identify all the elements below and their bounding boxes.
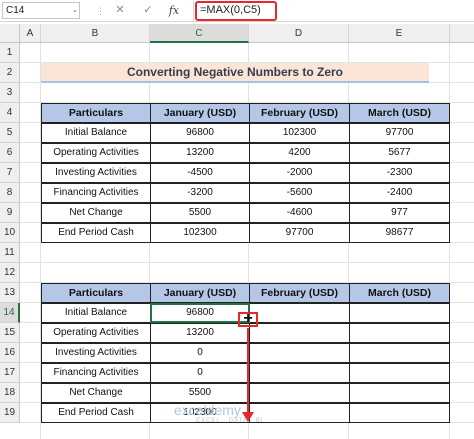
column-header-a[interactable]: A	[20, 24, 41, 43]
table2-value-cell[interactable]	[349, 343, 450, 363]
table1-label-cell[interactable]: Net Change	[41, 203, 151, 223]
table1-label-cell[interactable]: Financing Activities	[41, 183, 151, 203]
table2-value-cell[interactable]	[249, 403, 350, 423]
table2-header-cell[interactable]: January (USD)	[150, 283, 250, 303]
row-header-2[interactable]: 2	[0, 63, 20, 83]
row-header-12[interactable]: 12	[0, 263, 20, 283]
table1-value-cell[interactable]: -2000	[249, 163, 350, 183]
column-header-b[interactable]: B	[41, 24, 150, 43]
column-header-f[interactable]	[450, 24, 474, 43]
row-header-3[interactable]: 3	[0, 83, 20, 103]
table2-value-cell[interactable]: 5500	[150, 383, 250, 403]
table1-label-cell[interactable]: End Period Cash	[41, 223, 151, 243]
fill-handle-cursor-icon[interactable]: +	[241, 311, 255, 327]
table2-label-cell[interactable]: Investing Activities	[41, 343, 151, 363]
row-header-18[interactable]: 18	[0, 383, 20, 403]
table1-value-cell[interactable]: 97700	[249, 223, 350, 243]
table1-value-cell[interactable]: 102300	[150, 223, 250, 243]
table2-value-cell[interactable]	[249, 343, 350, 363]
row-header-6[interactable]: 6	[0, 143, 20, 163]
row-header-7[interactable]: 7	[0, 163, 20, 183]
table2-label-cell[interactable]: Initial Balance	[41, 303, 151, 323]
table2-value-cell[interactable]	[349, 363, 450, 383]
table1-value-cell[interactable]: -2400	[349, 183, 450, 203]
row-header-14[interactable]: 14	[0, 303, 20, 323]
row-header-1[interactable]: 1	[0, 43, 20, 63]
table1-header-cell[interactable]: February (USD)	[249, 103, 350, 123]
drag-arrow-head-icon	[242, 412, 254, 422]
row-header-17[interactable]: 17	[0, 363, 20, 383]
enter-icon[interactable]: ✓	[140, 2, 156, 19]
name-box-dropdown-icon[interactable]: ⌄	[70, 2, 80, 19]
sheet-title[interactable]: Converting Negative Numbers to Zero	[41, 63, 429, 83]
table1-label-cell[interactable]: Investing Activities	[41, 163, 151, 183]
table2-value-cell[interactable]: 0	[150, 363, 250, 383]
table2-value-cell[interactable]	[349, 403, 450, 423]
table2-value-cell[interactable]	[249, 323, 350, 343]
row-header-15[interactable]: 15	[0, 323, 20, 343]
row-header-8[interactable]: 8	[0, 183, 20, 203]
drag-arrow-line	[247, 328, 249, 414]
insert-function-icon[interactable]: fx	[166, 2, 182, 19]
row-header-19[interactable]: 19	[0, 403, 20, 423]
row-header-16[interactable]: 16	[0, 343, 20, 363]
table2-value-cell[interactable]	[349, 323, 450, 343]
table2-label-cell[interactable]: End Period Cash	[41, 403, 151, 423]
table1-value-cell[interactable]: 977	[349, 203, 450, 223]
name-box[interactable]: C14	[2, 2, 80, 19]
active-cell[interactable]: 96800	[150, 303, 250, 323]
row-header-4[interactable]: 4	[0, 103, 20, 123]
table2-label-cell[interactable]: Net Change	[41, 383, 151, 403]
table2-label-cell[interactable]: Financing Activities	[41, 363, 151, 383]
cancel-icon[interactable]: ✕	[112, 2, 128, 19]
table1-header-cell[interactable]: January (USD)	[150, 103, 250, 123]
column-header-d[interactable]: D	[249, 24, 349, 43]
table1-header-cell[interactable]: Particulars	[41, 103, 151, 123]
table1-value-cell[interactable]: -2300	[349, 163, 450, 183]
table1-value-cell[interactable]: 96800	[150, 123, 250, 143]
table2-value-cell[interactable]: 0	[150, 343, 250, 363]
table1-value-cell[interactable]: -4500	[150, 163, 250, 183]
table1-value-cell[interactable]: 5677	[349, 143, 450, 163]
table1-value-cell[interactable]: 97700	[349, 123, 450, 143]
table1-header-cell[interactable]: March (USD)	[349, 103, 450, 123]
table2-header-cell[interactable]: February (USD)	[249, 283, 350, 303]
table1-label-cell[interactable]: Operating Activities	[41, 143, 151, 163]
column-header-e[interactable]: E	[349, 24, 450, 43]
table1-label-cell[interactable]: Initial Balance	[41, 123, 151, 143]
row-header-13[interactable]: 13	[0, 283, 20, 303]
row-header-11[interactable]: 11	[0, 243, 20, 263]
table1-value-cell[interactable]: 5500	[150, 203, 250, 223]
row-header-5[interactable]: 5	[0, 123, 20, 143]
table2-header-cell[interactable]: March (USD)	[349, 283, 450, 303]
table2-value-cell[interactable]	[249, 383, 350, 403]
row-header-10[interactable]: 10	[0, 223, 20, 243]
table1-value-cell[interactable]: 102300	[249, 123, 350, 143]
row-gridline	[20, 262, 474, 263]
table2-header-cell[interactable]: Particulars	[41, 283, 151, 303]
row-header-9[interactable]: 9	[0, 203, 20, 223]
table1-value-cell[interactable]: 13200	[150, 143, 250, 163]
table1-value-cell[interactable]: -3200	[150, 183, 250, 203]
table2-value-cell[interactable]	[249, 363, 350, 383]
table2-value-cell[interactable]	[349, 383, 450, 403]
formula-bar-separator-icon: ⋮	[96, 4, 105, 18]
table2-value-cell[interactable]: 13200	[150, 323, 250, 343]
table2-value-cell[interactable]	[249, 303, 350, 323]
table1-value-cell[interactable]: 4200	[249, 143, 350, 163]
watermark-logo: exceldemy	[174, 402, 241, 418]
table1-value-cell[interactable]: -4600	[249, 203, 350, 223]
formula-text[interactable]: =MAX(0,C5)	[200, 3, 261, 17]
table2-value-cell[interactable]	[349, 303, 450, 323]
table1-value-cell[interactable]: 98677	[349, 223, 450, 243]
table2-label-cell[interactable]: Operating Activities	[41, 323, 151, 343]
select-all-corner[interactable]	[0, 24, 20, 43]
table1-value-cell[interactable]: -5600	[249, 183, 350, 203]
column-header-c[interactable]: C	[150, 24, 249, 43]
